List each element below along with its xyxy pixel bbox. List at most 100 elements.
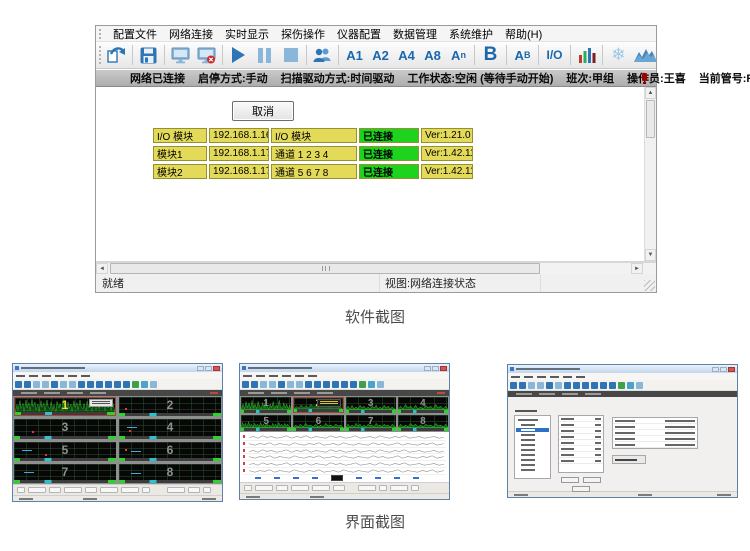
ip-cell: 192.168.1.169 [209,128,269,143]
a-to-b-button[interactable]: AB [510,43,535,68]
toolbar-icon-blob [323,381,330,388]
scroll-right-button[interactable]: ► [631,263,643,274]
menu-bar: 配置文件 网络连接 实时显示 探伤操作 仪器配置 数据管理 系统维护 帮助(H) [96,26,656,42]
a4-button[interactable]: A4 [394,43,419,68]
mini-status-strip [240,390,449,396]
status-scan-drive-mode: 扫描驱动方式:时间驱动 [281,70,395,86]
channel-number: 8 [398,415,448,428]
menu-item-config-file[interactable]: 配置文件 [107,26,163,42]
an-button[interactable]: An [446,43,471,68]
menu-item-instrument-config[interactable]: 仪器配置 [331,26,387,42]
close-button [728,367,735,372]
toolbar-icon-blob [582,382,589,389]
play-button[interactable] [226,43,251,68]
toolbar-icon-blob [69,381,76,388]
horizontal-scrollbar[interactable]: ◄ ► [96,262,656,274]
channel-number: 8 [119,464,221,480]
maximize-button [720,367,727,372]
scroll-left-icon: ◄ [99,266,105,272]
menu-item-flaw-detection[interactable]: 探伤操作 [275,26,331,42]
table-row: I/O 模块 192.168.1.169 I/O 模块 已连接 Ver:1.21… [153,128,473,143]
window-buttons [197,366,220,371]
toolbar-icon-blob [242,381,249,388]
interface-screenshot-2: 1 2 3 4 5 6 7 8 [239,363,450,500]
status-cell: 已连接 [359,128,419,143]
menu-item-help[interactable]: 帮助(H) [499,26,548,42]
bar-chart-icon [578,47,596,64]
control-placeholder [358,485,376,491]
a1-button[interactable]: A1 [342,43,367,68]
h-scroll-track[interactable] [108,263,631,274]
mini-status-bar [13,495,222,501]
vertical-scrollbar[interactable]: ▲ ▼ [644,87,656,261]
chart-button[interactable] [574,43,599,68]
toolbar-separator [306,45,307,65]
strip-text-placeholder [294,392,310,394]
connect-button[interactable] [168,43,193,68]
menu-item-realtime-display[interactable]: 实时显示 [219,26,275,42]
menu-placeholder [550,376,559,378]
channel-number: 7 [14,464,116,480]
tree-panel [514,415,551,479]
channel-footer-bar [14,458,116,461]
title-text-placeholder [21,367,85,369]
bold-b-button[interactable]: B [478,43,503,68]
v-scroll-thumb[interactable] [646,100,655,138]
control-placeholder [244,485,252,491]
scroll-left-button[interactable]: ◄ [96,263,108,274]
channel-number: 3 [14,419,116,435]
control-placeholder [17,487,25,493]
cancel-button[interactable]: 取消 [232,101,294,121]
open-icon [106,46,127,64]
scroll-down-button[interactable]: ▼ [645,249,656,261]
a8-button[interactable]: A8 [420,43,445,68]
control-placeholder [64,487,82,493]
freeze-button[interactable]: ❄ [606,43,631,68]
channel-grid: 1 2 3 4 5 6 7 8 [240,396,449,432]
users-button[interactable] [310,43,335,68]
spectrum-button[interactable] [632,43,659,68]
strip-chart-area [240,432,449,482]
software-caption: 软件截图 [0,306,750,327]
channel-panel-5: 5 [14,442,116,461]
channel-footer-bar [398,428,448,431]
open-button[interactable] [104,43,129,68]
save-button[interactable] [136,43,161,68]
menu-placeholder [282,375,291,377]
toolbar-icon-blob [618,382,625,389]
menu-item-data-management[interactable]: 数据管理 [387,26,443,42]
toolbar-icon-blob [537,382,544,389]
toolbar-icon-blob [636,382,643,389]
menu-item-system-maintenance[interactable]: 系统维护 [443,26,499,42]
status-placeholder [202,498,216,500]
toolbar: A1 A2 A4 A8 An B AB I/O ❄ [96,42,656,69]
menu-placeholder [243,375,252,377]
minimize-button [424,366,431,371]
toolbar-icon-blob [15,381,22,388]
pause-button[interactable] [252,43,277,68]
menu-placeholder [256,375,265,377]
alarm-icon [642,73,647,81]
title-text-placeholder [516,368,580,370]
ip-cell: 192.168.1.171 [209,164,269,179]
mini-toolbar [508,380,737,391]
io-button[interactable]: I/O [542,43,567,68]
channel-number: 4 [398,397,448,410]
channel-footer-bar [346,428,396,431]
page: 配置文件 网络连接 实时显示 探伤操作 仪器配置 数据管理 系统维护 帮助(H) [0,0,750,551]
menu-item-network[interactable]: 网络连接 [163,26,219,42]
strip-row [243,468,446,475]
channel-panel-4: 4 [398,397,448,413]
axis-tick [312,477,318,479]
toolbar-icon-blob [564,382,571,389]
scroll-up-button[interactable]: ▲ [645,87,656,99]
h-scroll-thumb[interactable] [110,263,540,274]
scrollbar-corner [643,263,656,274]
toolbar-icon-blob [287,381,294,388]
a2-button[interactable]: A2 [368,43,393,68]
window-icon [242,366,246,370]
status-view: 视图:网络连接状态 [379,274,540,292]
axis-tick [394,477,400,479]
disconnect-button[interactable] [194,43,219,68]
stop-button[interactable] [278,43,303,68]
